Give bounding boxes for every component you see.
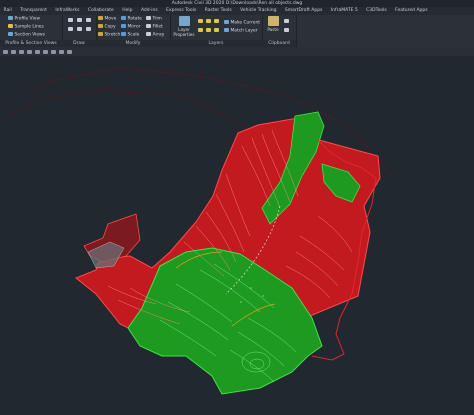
fillet-button[interactable]: Fillet (146, 24, 163, 31)
menu-help[interactable]: Help (119, 7, 136, 15)
draw-panel-title[interactable]: Draw (62, 40, 96, 47)
layer-lock-icon[interactable] (214, 19, 219, 23)
tool-icon-5[interactable] (35, 50, 40, 54)
fillet-icon (146, 24, 151, 28)
circle-icon[interactable] (86, 18, 91, 22)
move-icon (98, 16, 103, 20)
scale-button[interactable]: Scale (121, 32, 139, 39)
title-bar: Autodesk Civil 3D 2020 D:\Downloads\Ren … (0, 0, 474, 7)
menu-inframate[interactable]: InfraMATE 5 (327, 7, 361, 15)
menu-bar: Rail Transparent InfraWorks Collaborate … (0, 7, 474, 15)
menu-raster-tools[interactable]: Raster Tools (201, 7, 235, 15)
tool-icon-2[interactable] (11, 50, 16, 54)
move-button[interactable]: Move (98, 16, 116, 23)
layer-on-icon[interactable] (198, 19, 203, 23)
surface-drawing (9, 67, 393, 395)
tool-icon-6[interactable] (43, 50, 48, 54)
menu-c3dtools[interactable]: C3DTools (363, 7, 391, 15)
copy-icon (98, 24, 103, 28)
tool-icon-4[interactable] (27, 50, 32, 54)
match-layer-button[interactable]: Match Layer (224, 28, 258, 35)
layers-panel: Layer Properties Make Current Match Laye… (170, 15, 263, 47)
quick-access-toolbar (0, 47, 474, 56)
section-views-icon (8, 32, 13, 36)
modify-panel: Move Rotate Trim Copy Mirror Fillet Stre… (96, 15, 171, 47)
mirror-button[interactable]: Mirror (121, 24, 140, 31)
make-current-button[interactable]: Make Current (224, 20, 260, 27)
profile-view-icon (8, 16, 13, 20)
clipboard-panel: Paste Clipboard (262, 15, 297, 47)
stretch-button[interactable]: Stretch (98, 32, 120, 39)
menu-express-tools[interactable]: Express Tools (163, 7, 200, 15)
window-title: Autodesk Civil 3D 2020 D:\Downloads\Ren … (171, 1, 303, 6)
layer-isolate-icon[interactable] (198, 28, 203, 32)
offset-boundary-line (9, 89, 256, 133)
menu-transparent[interactable]: Transparent (17, 7, 51, 15)
sample-lines-icon (8, 24, 13, 28)
clipboard-panel-title[interactable]: Clipboard (262, 40, 296, 47)
profile-section-panel: Profile View Sample Lines Section Views … (0, 15, 63, 47)
menu-smartdraft-apps[interactable]: SmartDraft Apps (281, 7, 326, 15)
cut-clip-icon[interactable] (284, 28, 289, 32)
make-current-icon (224, 20, 229, 24)
line-icon[interactable] (68, 18, 73, 22)
copy-button[interactable]: Copy (98, 24, 116, 31)
menu-rail[interactable]: Rail (0, 7, 15, 15)
layers-panel-title[interactable]: Layers (170, 40, 262, 47)
draw-panel: Draw (62, 15, 97, 47)
array-button[interactable]: Array (146, 32, 164, 39)
match-layer-icon (224, 28, 229, 32)
section-views-button[interactable]: Section Views (8, 32, 45, 39)
tool-icon-3[interactable] (19, 50, 24, 54)
copy-clip-icon[interactable] (284, 19, 289, 23)
array-icon (146, 32, 151, 36)
layer-properties-icon (178, 16, 190, 26)
rotate-button[interactable]: Rotate (121, 16, 142, 23)
ribbon: Profile View Sample Lines Section Views … (0, 15, 474, 48)
profile-section-panel-title[interactable]: Profile & Section Views (0, 40, 62, 47)
trim-icon (146, 16, 151, 20)
sample-lines-button[interactable]: Sample Lines (8, 24, 44, 31)
menu-featured-apps[interactable]: Featured Apps (392, 7, 431, 15)
menu-infraworks[interactable]: InfraWorks (52, 7, 83, 15)
stretch-icon (98, 32, 103, 36)
layer-properties-button[interactable]: Layer Properties (173, 16, 195, 37)
tool-icon-8[interactable] (59, 50, 64, 54)
scale-icon (121, 32, 126, 36)
mirror-icon (121, 24, 126, 28)
paste-button[interactable]: Paste (265, 16, 281, 32)
drawing-viewport[interactable] (0, 56, 474, 415)
arc-icon[interactable] (68, 27, 73, 31)
profile-view-button[interactable]: Profile View (8, 16, 40, 23)
trim-button[interactable]: Trim (146, 16, 162, 23)
menu-vehicle-tracking[interactable]: Vehicle Tracking (237, 7, 280, 15)
tool-icon-7[interactable] (51, 50, 56, 54)
layer-thaw-icon[interactable] (214, 28, 219, 32)
paste-icon (267, 16, 279, 26)
rectangle-icon[interactable] (77, 27, 82, 31)
tool-icon-1[interactable] (3, 50, 8, 54)
hatch-icon[interactable] (86, 27, 91, 31)
modify-panel-title[interactable]: Modify (96, 40, 170, 47)
tool-icon-9[interactable] (67, 50, 72, 54)
rotate-icon (121, 16, 126, 20)
polyline-icon[interactable] (77, 18, 82, 22)
layer-off-icon[interactable] (206, 28, 211, 32)
menu-add-ins[interactable]: Add-ins (137, 7, 161, 15)
layer-freeze-icon[interactable] (206, 19, 211, 23)
menu-collaborate[interactable]: Collaborate (84, 7, 117, 15)
